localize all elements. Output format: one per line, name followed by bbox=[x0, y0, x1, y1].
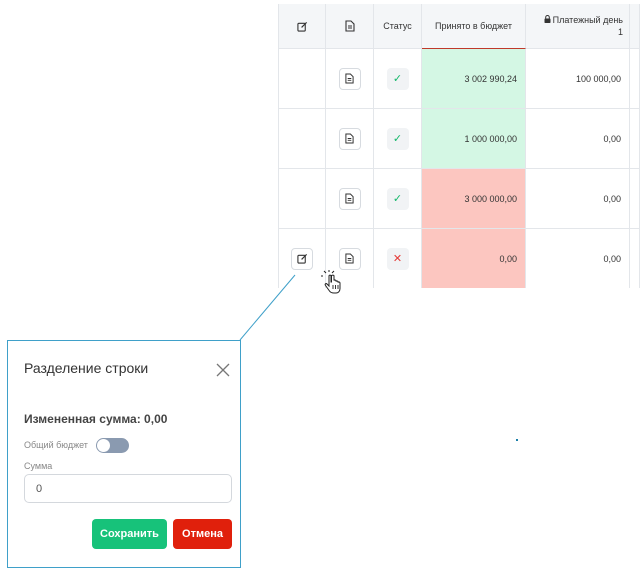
document-icon bbox=[345, 73, 354, 84]
document-cell bbox=[326, 169, 374, 229]
accepted-budget-cell: 3 000 000,00 bbox=[422, 169, 526, 229]
status-ok-icon: ✓ bbox=[386, 67, 409, 90]
status-cell: ✓ bbox=[374, 49, 422, 109]
document-button[interactable] bbox=[338, 67, 361, 90]
status-cell: ✓ bbox=[374, 109, 422, 169]
sum-label: Сумма bbox=[24, 461, 53, 471]
header-accepted-budget[interactable]: Принято в бюджет bbox=[422, 4, 526, 49]
header-payment-day-label: Платежный день bbox=[552, 15, 623, 25]
table-header-row: Статус Принято в бюджет Платежный день 1 bbox=[278, 4, 640, 49]
header-payment-day[interactable]: Платежный день 1 bbox=[526, 4, 630, 49]
sum-input[interactable] bbox=[24, 474, 232, 503]
table-row: ✓ 1 000 000,00 0,00 bbox=[278, 109, 640, 169]
header-document-column bbox=[326, 4, 374, 49]
cancel-button[interactable]: Отмена bbox=[173, 519, 232, 549]
payment-day-cell: 0,00 bbox=[526, 109, 630, 169]
toggle-knob bbox=[97, 439, 110, 452]
edit-cell bbox=[278, 229, 326, 288]
payment-day-cell: 0,00 bbox=[526, 169, 630, 229]
header-status[interactable]: Статус bbox=[374, 4, 422, 49]
next-column-cell bbox=[630, 49, 640, 109]
lock-icon bbox=[544, 15, 551, 23]
edit-icon bbox=[296, 253, 307, 264]
budget-table: Статус Принято в бюджет Платежный день 1… bbox=[278, 4, 640, 288]
table-row: ✓ 3 002 990,24 100 000,00 bbox=[278, 49, 640, 109]
total-budget-toggle[interactable] bbox=[96, 438, 129, 453]
close-icon[interactable] bbox=[216, 363, 230, 377]
edit-cell bbox=[278, 49, 326, 109]
edit-cell bbox=[278, 169, 326, 229]
document-button[interactable] bbox=[338, 247, 361, 270]
status-cell: ✕ bbox=[374, 229, 422, 288]
document-icon bbox=[345, 193, 354, 204]
payment-day-cell: 100 000,00 bbox=[526, 49, 630, 109]
document-button[interactable] bbox=[338, 187, 361, 210]
next-column-cell bbox=[630, 169, 640, 229]
edit-row-button[interactable] bbox=[291, 247, 313, 270]
save-button[interactable]: Сохранить bbox=[92, 519, 167, 549]
document-button[interactable] bbox=[338, 127, 361, 150]
header-next-column bbox=[630, 4, 640, 49]
total-budget-label: Общий бюджет bbox=[24, 440, 88, 450]
accepted-budget-cell: 0,00 bbox=[422, 229, 526, 288]
next-column-cell bbox=[630, 229, 640, 288]
status-ok-icon: ✓ bbox=[386, 187, 409, 210]
status-ok-icon: ✓ bbox=[386, 127, 409, 150]
document-cell bbox=[326, 109, 374, 169]
dialog-title: Разделение строки bbox=[24, 360, 149, 376]
indicator-dot bbox=[516, 439, 518, 441]
document-icon bbox=[345, 133, 354, 144]
status-error-icon: ✕ bbox=[386, 247, 409, 270]
accepted-budget-cell: 3 002 990,24 bbox=[422, 49, 526, 109]
document-icon bbox=[344, 20, 355, 32]
edit-cell bbox=[278, 109, 326, 169]
header-edit-column bbox=[278, 4, 326, 49]
changed-amount-text: Измененная сумма: 0,00 bbox=[24, 412, 168, 426]
status-cell: ✓ bbox=[374, 169, 422, 229]
split-row-dialog: Разделение строки Измененная сумма: 0,00… bbox=[7, 340, 241, 568]
table-row: ✓ 3 000 000,00 0,00 bbox=[278, 169, 640, 229]
document-cell bbox=[326, 49, 374, 109]
document-icon bbox=[345, 253, 354, 264]
next-column-cell bbox=[630, 109, 640, 169]
accepted-budget-cell: 1 000 000,00 bbox=[422, 109, 526, 169]
hand-cursor-icon bbox=[321, 270, 341, 294]
header-payment-day-number: 1 bbox=[617, 27, 623, 37]
payment-day-cell: 0,00 bbox=[526, 229, 630, 288]
edit-icon bbox=[296, 21, 307, 32]
